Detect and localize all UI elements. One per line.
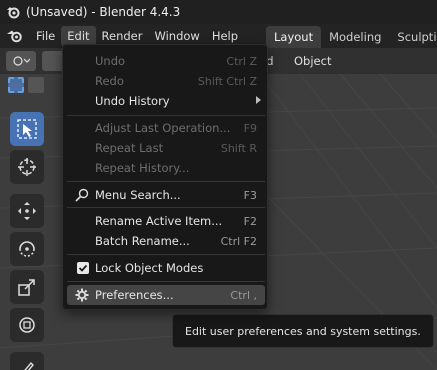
annotate-tool[interactable] [10, 352, 44, 370]
window-title: (Unsaved) - Blender 4.4.3 [26, 5, 181, 19]
axes-icon [13, 56, 30, 66]
menu-file[interactable]: File [30, 26, 61, 46]
transform-tool[interactable] [10, 308, 44, 342]
select-extend-mode-icon[interactable] [28, 77, 44, 93]
menu-item-undo[interactable]: Undo Ctrl Z [67, 51, 265, 71]
move-tool[interactable] [10, 194, 44, 228]
menu-item-batch-rename[interactable]: Batch Rename... Ctrl F2 [67, 231, 265, 251]
submenu-arrow-icon [256, 96, 261, 104]
checkmark-icon [78, 264, 88, 272]
menu-item-repeat-last[interactable]: Repeat Last Shift R [67, 138, 265, 158]
menu-object[interactable]: Object [294, 48, 331, 74]
workspace-tabs: Layout Modeling Sculpti [266, 26, 437, 48]
select-box-mode-icon[interactable] [8, 77, 24, 93]
blender-logo-icon [7, 30, 22, 43]
gear-icon [75, 288, 89, 302]
search-icon [75, 188, 89, 202]
tool-shelf [6, 108, 48, 370]
menu-window[interactable]: Window [148, 26, 205, 46]
menu-item-redo[interactable]: Redo Shift Ctrl Z [67, 71, 265, 91]
tab-modeling[interactable]: Modeling [321, 26, 389, 48]
scale-tool[interactable] [10, 270, 44, 304]
checkbox-checked[interactable] [77, 262, 89, 274]
menu-item-lock-object-modes[interactable]: Lock Object Modes [67, 258, 265, 278]
scale-icon [18, 279, 35, 296]
edit-menu-dropdown: Undo Ctrl Z Redo Shift Ctrl Z Undo Histo… [62, 44, 268, 310]
menu-item-adjust-last-operation[interactable]: Adjust Last Operation... F9 [67, 118, 265, 138]
select-box-tool[interactable] [10, 112, 44, 146]
cursor-tool[interactable] [10, 150, 44, 184]
cursor-icon [18, 158, 36, 176]
rotate-tool[interactable] [10, 232, 44, 266]
tab-layout[interactable]: Layout [266, 26, 322, 48]
select-box-icon [17, 119, 37, 139]
move-icon [18, 202, 36, 220]
rotate-icon [19, 241, 35, 257]
blender-menu-button[interactable] [0, 24, 30, 48]
menu-help[interactable]: Help [206, 26, 244, 46]
menu-item-repeat-history[interactable]: Repeat History... [67, 158, 265, 178]
preferences-tooltip: Edit user preferences and system setting… [172, 314, 434, 348]
menu-item-preferences[interactable]: Preferences... Ctrl , [67, 285, 265, 305]
menu-render[interactable]: Render [96, 26, 149, 46]
editor-type-button[interactable] [6, 51, 36, 71]
menu-item-menu-search[interactable]: Menu Search... F3 [67, 185, 265, 205]
selection-mode-row [0, 74, 60, 96]
transform-icon [19, 317, 35, 333]
blender-logo-icon [7, 7, 20, 19]
menu-item-rename-active-item[interactable]: Rename Active Item... F2 [67, 211, 265, 231]
annotate-pen-icon [24, 361, 34, 370]
tab-sculpting[interactable]: Sculpti [389, 26, 437, 48]
tooltip-text: Edit user preferences and system setting… [185, 324, 421, 338]
menu-edit[interactable]: Edit [61, 26, 96, 46]
title-bar: (Unsaved) - Blender 4.4.3 [0, 0, 437, 24]
menu-item-undo-history[interactable]: Undo History [67, 91, 265, 111]
